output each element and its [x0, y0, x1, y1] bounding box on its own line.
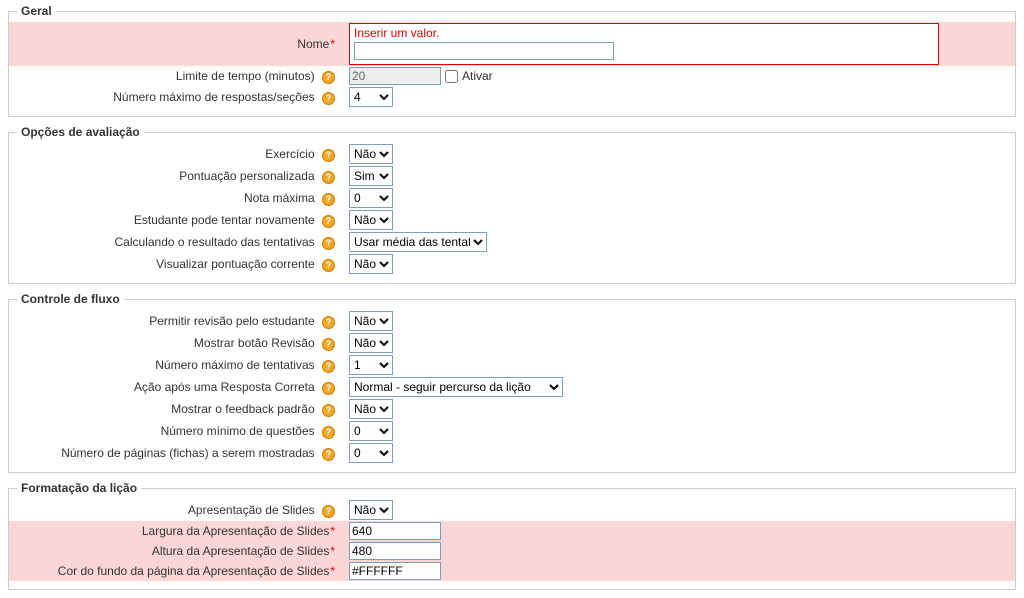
label-ativar: Ativar — [462, 69, 493, 83]
select-feedback[interactable]: Não — [349, 399, 393, 419]
help-icon[interactable]: ? — [322, 193, 335, 206]
help-icon[interactable]: ? — [322, 215, 335, 228]
input-largura[interactable] — [349, 522, 441, 540]
help-icon[interactable]: ? — [322, 259, 335, 272]
select-acao-correta[interactable]: Normal - seguir percurso da lição — [349, 377, 563, 397]
label-limite: Limite de tempo (minutos) — [176, 69, 315, 83]
legend-avaliacao: Opções de avaliação — [17, 125, 144, 139]
section-avaliacao: Opções de avaliação Exercício ? Não Pont… — [8, 125, 1016, 284]
label-min-quest: Número mínimo de questões — [161, 424, 315, 438]
select-exercicio[interactable]: Não — [349, 144, 393, 164]
required-marker: * — [330, 524, 335, 538]
help-icon[interactable]: ? — [322, 426, 335, 439]
help-icon[interactable]: ? — [322, 237, 335, 250]
section-geral: Geral Nome* Inserir um valor. Limite de … — [8, 4, 1016, 117]
select-apres-slides[interactable]: Não — [349, 500, 393, 520]
legend-geral: Geral — [17, 4, 56, 18]
label-apres-slides: Apresentação de Slides — [188, 503, 315, 517]
checkbox-ativar-wrap[interactable]: Ativar — [445, 69, 493, 83]
label-max-respostas: Número máximo de respostas/seções — [113, 90, 314, 104]
checkbox-ativar[interactable] — [445, 70, 458, 83]
legend-formatacao: Formatação da lição — [17, 481, 141, 495]
label-pag-mostradas: Número de páginas (fichas) a serem mostr… — [61, 446, 314, 460]
select-max-respostas[interactable]: 4 — [349, 87, 393, 107]
help-icon[interactable]: ? — [322, 404, 335, 417]
label-exercicio: Exercício — [265, 147, 314, 161]
input-limite-tempo — [349, 67, 441, 85]
help-icon[interactable]: ? — [322, 338, 335, 351]
help-icon[interactable]: ? — [322, 505, 335, 518]
required-marker: * — [330, 564, 335, 578]
label-altura: Altura da Apresentação de Slides — [152, 544, 329, 558]
section-formatacao: Formatação da lição Apresentação de Slid… — [8, 481, 1016, 590]
row-max-respostas: Número máximo de respostas/seções ? 4 — [9, 86, 1015, 108]
select-pag-mostradas[interactable]: 0 — [349, 443, 393, 463]
select-tentar-nov[interactable]: Não — [349, 210, 393, 230]
select-nota-max[interactable]: 0 — [349, 188, 393, 208]
label-acao-correta: Ação após uma Resposta Correta — [134, 380, 315, 394]
legend-fluxo: Controle de fluxo — [17, 292, 124, 306]
required-marker: * — [330, 544, 335, 558]
label-tentar-nov: Estudante pode tentar novamente — [134, 213, 315, 227]
select-pont-pers[interactable]: Sim — [349, 166, 393, 186]
select-revisao-est[interactable]: Não — [349, 311, 393, 331]
label-cor-fundo: Cor do fundo da página da Apresentação d… — [58, 564, 330, 578]
help-icon[interactable]: ? — [322, 171, 335, 184]
error-msg-nome: Inserir um valor. — [354, 26, 934, 40]
help-icon[interactable]: ? — [322, 149, 335, 162]
label-cell-nome: Nome* — [9, 37, 341, 51]
select-botao-rev[interactable]: Não — [349, 333, 393, 353]
label-max-tent: Número máximo de tentativas — [155, 358, 314, 372]
label-pont-pers: Pontuação personalizada — [179, 169, 314, 183]
error-box-nome: Inserir um valor. — [349, 23, 939, 65]
row-limite-tempo: Limite de tempo (minutos) ? Ativar — [9, 66, 1015, 86]
help-icon[interactable]: ? — [322, 448, 335, 461]
help-icon[interactable]: ? — [322, 360, 335, 373]
row-nome: Nome* Inserir um valor. — [9, 22, 1015, 66]
input-altura[interactable] — [349, 542, 441, 560]
input-nome[interactable] — [354, 42, 614, 60]
input-cor-fundo[interactable] — [349, 562, 441, 580]
label-largura: Largura da Apresentação de Slides — [142, 524, 329, 538]
label-nome: Nome — [297, 37, 329, 51]
help-icon[interactable]: ? — [322, 71, 335, 84]
select-calc-tent[interactable]: Usar média das tentativas — [349, 232, 487, 252]
select-vis-pont[interactable]: Não — [349, 254, 393, 274]
select-max-tent[interactable]: 1 — [349, 355, 393, 375]
select-min-quest[interactable]: 0 — [349, 421, 393, 441]
label-botao-rev: Mostrar botão Revisão — [194, 336, 315, 350]
required-marker: * — [330, 37, 335, 51]
help-icon[interactable]: ? — [322, 382, 335, 395]
section-fluxo: Controle de fluxo Permitir revisão pelo … — [8, 292, 1016, 473]
label-feedback: Mostrar o feedback padrão — [171, 402, 314, 416]
label-nota-max: Nota máxima — [244, 191, 315, 205]
help-icon[interactable]: ? — [322, 92, 335, 105]
help-icon[interactable]: ? — [322, 316, 335, 329]
label-revisao-est: Permitir revisão pelo estudante — [149, 314, 314, 328]
label-calc-tent: Calculando o resultado das tentativas — [115, 235, 315, 249]
label-vis-pont: Visualizar pontuação corrente — [156, 257, 315, 271]
